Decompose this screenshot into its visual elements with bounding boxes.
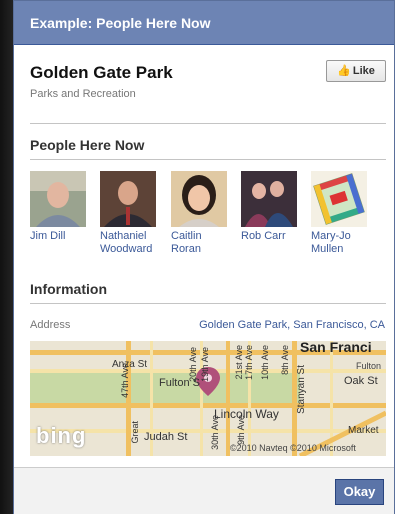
person-jim-dill[interactable]: Jim Dill bbox=[30, 171, 94, 243]
person-name[interactable]: Mary-Jo Mullen bbox=[311, 230, 375, 256]
profile-photo[interactable] bbox=[171, 171, 227, 227]
address-label: Address bbox=[30, 319, 71, 331]
divider bbox=[30, 123, 386, 124]
person-name[interactable]: Rob Carr bbox=[241, 230, 305, 243]
place-name[interactable]: Golden Gate Park bbox=[30, 63, 173, 83]
information-section-title: Information bbox=[30, 281, 107, 297]
person-mary-jo-mullen[interactable]: Mary-Jo Mullen bbox=[311, 171, 375, 256]
person-rob-carr[interactable]: Rob Carr bbox=[241, 171, 305, 243]
map-street-label: Stanyan St bbox=[296, 365, 307, 414]
map-street-label: 19th Ave bbox=[200, 347, 210, 382]
map-copyright: ©2010 Navteq ©2010 Microsoft bbox=[230, 443, 356, 453]
thumbs-up-icon: 👍 bbox=[337, 65, 351, 77]
person-caitlin-roran[interactable]: Caitlin Roran bbox=[171, 171, 235, 256]
like-label: Like bbox=[352, 65, 375, 77]
map-city-label: San Franci bbox=[300, 341, 372, 355]
map-street-label: 20th Ave bbox=[188, 347, 198, 382]
profile-photo[interactable] bbox=[311, 171, 367, 227]
map-street-label: Great bbox=[130, 421, 140, 444]
divider bbox=[30, 159, 386, 160]
profile-photo[interactable] bbox=[30, 171, 86, 227]
profile-photo[interactable] bbox=[241, 171, 297, 227]
person-nathaniel-woodward[interactable]: Nathaniel Woodward bbox=[100, 171, 164, 256]
like-button[interactable]: 👍 Like bbox=[326, 60, 386, 82]
person-name[interactable]: Jim Dill bbox=[30, 230, 94, 243]
person-name[interactable]: Caitlin Roran bbox=[171, 230, 235, 256]
bing-logo: bing bbox=[36, 423, 87, 448]
dialog: Example: People Here Now Golden Gate Par… bbox=[13, 0, 395, 514]
okay-button[interactable]: Okay bbox=[335, 479, 384, 505]
map-street-label: 21st Ave bbox=[234, 345, 244, 380]
map-street-label: 8th Ave bbox=[280, 345, 290, 375]
dialog-footer: Okay bbox=[14, 467, 394, 514]
divider bbox=[30, 303, 386, 304]
map-street-label: Market bbox=[348, 425, 379, 436]
map-street-label: 17th Ave bbox=[244, 345, 254, 380]
map-street-label: Lincoln Way bbox=[214, 407, 279, 421]
map-street-label: 47th Ave bbox=[120, 363, 130, 398]
map-street-label: Fulton bbox=[356, 361, 382, 371]
place-category: Parks and Recreation bbox=[30, 88, 136, 100]
map-street-label: Oak St bbox=[344, 375, 378, 387]
map-street-label: 30th Ave bbox=[210, 415, 220, 450]
map-street-label: 10th Ave bbox=[260, 345, 270, 380]
profile-photo[interactable] bbox=[100, 171, 156, 227]
map[interactable]: Anza St Fulton S Lincoln Way Judah St Oa… bbox=[30, 341, 386, 456]
person-name[interactable]: Nathaniel Woodward bbox=[100, 230, 164, 256]
address-link[interactable]: Golden Gate Park, San Francisco, CA bbox=[199, 319, 385, 331]
map-street-label: Judah St bbox=[144, 431, 188, 443]
people-section-title: People Here Now bbox=[30, 137, 145, 153]
dialog-title: Example: People Here Now bbox=[14, 1, 394, 45]
map-street-label: 9th Ave bbox=[236, 415, 246, 445]
